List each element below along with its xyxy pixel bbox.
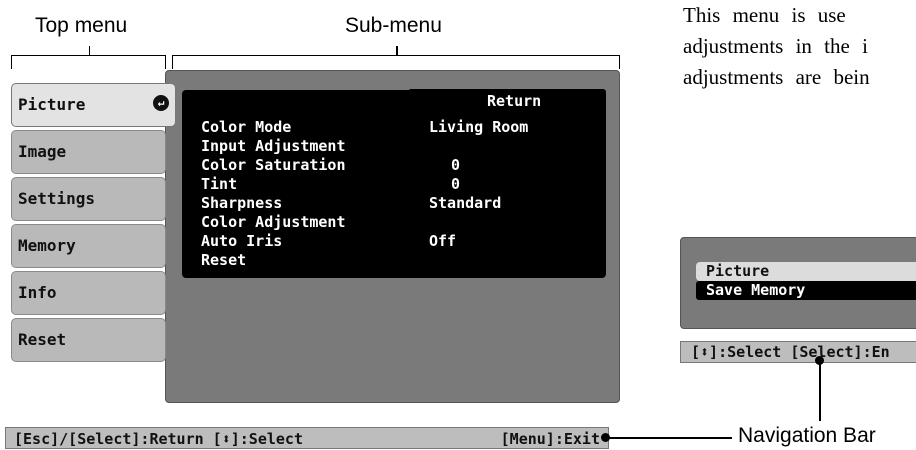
nav-bar-right-text: [Menu]:Exit (500, 430, 600, 448)
sub-menu-item-auto-iris[interactable]: Auto Iris Off (189, 232, 599, 250)
description-line-2: adjustments in the i (683, 34, 868, 58)
top-menu-item-image[interactable]: Image (11, 130, 166, 174)
nav-bar-pointer-line (606, 437, 732, 439)
top-menu-callout: Top menu (35, 14, 128, 37)
top-menu-item-label: Image (18, 142, 67, 161)
sub-menu-item-value: 0 (451, 175, 461, 193)
sub-menu-item-label: Color Saturation (201, 156, 346, 174)
top-menu-item-label: Memory (18, 236, 76, 255)
top-menu-item-picture[interactable]: Picture ↵ (11, 83, 176, 127)
top-menu-item-label: Settings (18, 189, 96, 208)
enter-icon: ↵ (153, 95, 169, 111)
sub-menu-item-label: Tint (201, 175, 238, 193)
navigation-bar: [Esc]/[Select]:Return [⬍]:Select [Menu]:… (5, 427, 609, 449)
top-menu-item-reset[interactable]: Reset (11, 318, 166, 362)
small-nav-pointer-line (819, 361, 821, 421)
sub-menu-bracket (172, 46, 620, 69)
sub-menu-item-value: Off (429, 232, 457, 250)
top-menu-item-label: Reset (18, 330, 67, 349)
small-menu-picture-tab[interactable]: Picture (696, 262, 916, 281)
return-button[interactable]: Return (487, 92, 541, 110)
top-menu-bracket (11, 46, 166, 69)
top-menu-item-label: Info (18, 283, 57, 302)
navigation-bar-callout: Navigation Bar (738, 424, 876, 447)
description-line-1: This menu is use (683, 3, 846, 27)
description-line-3: adjustments are bein (683, 65, 870, 89)
sub-menu-item-color-adjustment[interactable]: Color Adjustment (189, 213, 599, 231)
sub-menu-item-label: Input Adjustment (201, 137, 346, 155)
sub-menu-item-reset[interactable]: Reset (189, 251, 599, 269)
top-menu-item-info[interactable]: Info (11, 271, 166, 315)
sub-menu-callout: Sub-menu (345, 14, 442, 37)
sub-menu-item-value: 0 (451, 156, 461, 174)
sub-menu-item-color-mode[interactable]: Color Mode Living Room (189, 118, 599, 136)
small-navigation-bar: [⬍]:Select [Select]:En (680, 341, 916, 363)
sub-menu-item-label: Sharpness (201, 194, 283, 212)
sub-menu-item-label: Reset (201, 251, 247, 269)
sub-menu-item-value: Living Room (429, 118, 529, 136)
nav-bar-left-text: [Esc]/[Select]:Return [⬍]:Select (14, 430, 303, 448)
sub-menu-item-label: Color Mode (201, 118, 292, 136)
top-menu-item-label: Picture (18, 95, 86, 114)
top-menu-item-settings[interactable]: Settings (11, 177, 166, 221)
sub-menu-item-color-saturation[interactable]: Color Saturation 0 (189, 156, 599, 174)
top-menu-item-memory[interactable]: Memory (11, 224, 166, 268)
sub-menu-item-label: Color Adjustment (201, 213, 346, 231)
sub-menu-item-tint[interactable]: Tint 0 (189, 175, 599, 193)
sub-menu-item-label: Auto Iris (201, 232, 283, 250)
sub-menu-item-value: Standard (429, 194, 502, 212)
sub-menu-item-input-adjustment[interactable]: Input Adjustment (189, 137, 599, 155)
save-memory-item[interactable]: Save Memory (696, 281, 916, 300)
sub-menu-item-sharpness[interactable]: Sharpness Standard (189, 194, 599, 212)
